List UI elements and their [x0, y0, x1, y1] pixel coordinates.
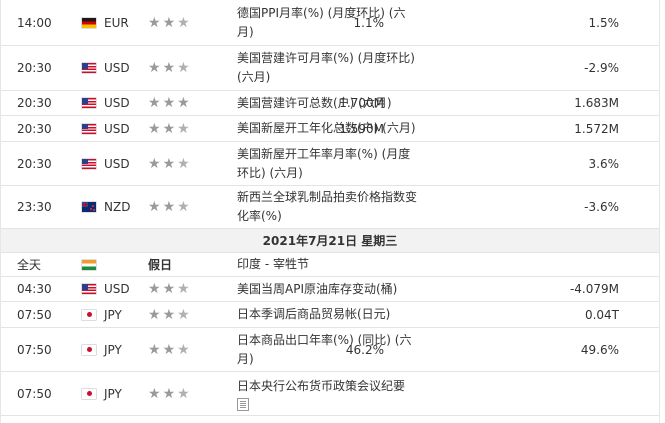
event-name[interactable]: 日本商品出口年率(%) (同比) (六月) [237, 328, 417, 371]
importance-stars: ★ ★ ★ [148, 14, 192, 31]
event-name[interactable]: 印度 - 宰牲节 [237, 253, 417, 276]
table-row[interactable]: 04:30 USD ★ ★ ★ 美国当周API原油库存变动(桶) -4.079M [1, 277, 659, 302]
previous-value: 1.683M [574, 96, 619, 110]
event-name-cell[interactable]: 日本央行公布货币政策会议纪要 [237, 372, 417, 415]
table-row[interactable]: 20:30 USD ★ ★ ★ 美国新屋开工年率月率(%) (月度环比) (六月) … [1, 142, 659, 186]
previous-value: 3.6% [588, 156, 620, 171]
usa-flag-icon [82, 46, 96, 90]
previous-value: 0.04T [584, 307, 619, 322]
usa-flag-icon [82, 116, 96, 141]
table-row[interactable] [1, 416, 659, 423]
usa-flag-icon [82, 142, 96, 185]
importance-stars: ★ ★ ★ [148, 95, 192, 111]
table-row[interactable]: 07:50 JPY ★ ★ ★ 日本季调后商品贸易帐(日元) 0.04T [1, 302, 659, 328]
currency-code: JPY [104, 307, 122, 322]
currency-code: USD [104, 121, 130, 136]
holiday-row[interactable]: 全天 假日 印度 - 宰牲节 [1, 253, 659, 277]
importance-stars: ★ ★ ★ [148, 60, 192, 76]
event-time: 20:30 [17, 61, 52, 75]
importance-stars: ★ ★ ★ [148, 281, 192, 297]
japan-flag-icon [82, 372, 96, 415]
date-header-row: 2021年7月21日 星期三 [1, 229, 659, 253]
usa-flag-icon [82, 91, 96, 115]
previous-value: 1.572M [574, 121, 619, 136]
table-row[interactable]: 20:30 USD ★ ★ ★ 美国营建许可月率(%) (月度环比) (六月) -2… [1, 46, 659, 91]
event-name[interactable]: 美国当周API原油库存变动(桶) [237, 277, 417, 301]
table-row[interactable]: 07:50 JPY ★ ★ ★ 日本央行公布货币政策会议纪要 [1, 372, 659, 416]
holiday-label: 假日 [148, 258, 173, 272]
table-row[interactable]: 20:30 USD ★ ★ ★ 美国新屋开工年化总数(户) (六月) 1.590M … [1, 116, 659, 142]
table-row[interactable]: 07:50 JPY ★ ★ ★ 日本商品出口年率(%) (同比) (六月) 46.2… [1, 328, 659, 372]
event-name[interactable]: 美国新屋开工年化总数(户) (六月) [237, 116, 417, 141]
importance-stars: ★ ★ ★ [148, 199, 192, 215]
currency-code: USD [104, 96, 130, 110]
date-header: 2021年7月21日 星期三 [262, 234, 398, 248]
importance-stars: ★ ★ ★ [148, 120, 192, 137]
event-name[interactable]: 美国营建许可总数(户) (六月) [237, 91, 417, 115]
currency-code: JPY [104, 342, 122, 357]
currency-code: USD [104, 61, 130, 75]
event-time: 20:30 [17, 96, 52, 110]
document-icon[interactable] [237, 397, 249, 411]
currency-code: NZD [104, 200, 131, 214]
event-name[interactable]: 美国新屋开工年率月率(%) (月度环比) (六月) [237, 142, 417, 185]
usa-flag-icon [82, 277, 96, 301]
importance-stars: ★ ★ ★ [148, 385, 192, 402]
actual-value: 1.700M [339, 96, 384, 110]
event-time: 04:30 [17, 282, 52, 296]
japan-flag-icon [82, 328, 96, 371]
currency-code: USD [104, 282, 130, 296]
event-time: 07:50 [17, 386, 52, 401]
new-zealand-flag-icon [82, 186, 96, 228]
currency-code: USD [104, 156, 130, 171]
actual-value: 1.1% [353, 15, 385, 30]
previous-value: 49.6% [580, 342, 619, 357]
previous-value: 1.5% [588, 15, 620, 30]
event-time: 14:00 [17, 15, 52, 30]
event-name: 日本央行公布货币政策会议纪要 [237, 378, 406, 393]
importance-stars: ★ ★ ★ [148, 155, 192, 172]
table-row[interactable]: 14:00 EUR ★ ★ ★ 德国PPI月率(%) (月度环比) (六月) 1.1… [1, 0, 659, 46]
event-name[interactable]: 新西兰全球乳制品拍卖价格指数变化率(%) [237, 186, 417, 228]
actual-value: 1.590M [339, 121, 384, 136]
event-time: 23:30 [17, 200, 52, 214]
japan-flag-icon [82, 302, 96, 327]
event-name[interactable]: 德国PPI月率(%) (月度环比) (六月) [237, 0, 417, 45]
previous-value: -2.9% [584, 61, 619, 75]
event-time: 20:30 [17, 156, 52, 171]
event-name[interactable]: 日本季调后商品贸易帐(日元) [237, 302, 417, 327]
actual-value: 46.2% [345, 342, 384, 357]
event-time: 全天 [17, 258, 42, 272]
table-row[interactable]: 23:30 NZD ★ ★ ★ 新西兰全球乳制品拍卖价格指数变化率(%) -3.6% [1, 186, 659, 229]
currency-code: JPY [104, 386, 122, 401]
event-time: 07:50 [17, 307, 52, 322]
event-time: 20:30 [17, 121, 52, 136]
importance-stars: ★ ★ ★ [148, 341, 192, 358]
event-time: 07:50 [17, 342, 52, 357]
currency-code: EUR [104, 15, 129, 30]
germany-flag-icon [82, 0, 96, 45]
table-row[interactable]: 20:30 USD ★ ★ ★ 美国营建许可总数(户) (六月) 1.700M 1.… [1, 91, 659, 116]
importance-stars: ★ ★ ★ [148, 306, 192, 323]
india-flag-icon [82, 253, 96, 276]
previous-value: -3.6% [584, 200, 619, 214]
economic-calendar-table: 14:00 EUR ★ ★ ★ 德国PPI月率(%) (月度环比) (六月) 1.1… [0, 0, 660, 423]
previous-value: -4.079M [569, 282, 619, 296]
event-name[interactable]: 美国营建许可月率(%) (月度环比) (六月) [237, 46, 417, 90]
